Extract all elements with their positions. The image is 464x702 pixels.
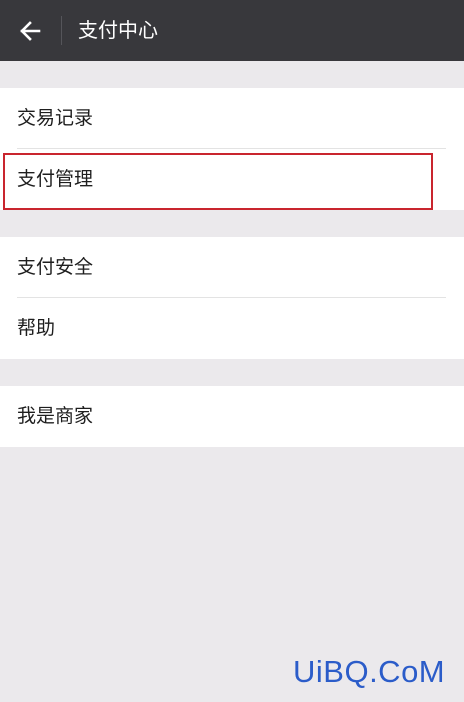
menu-item-payment-management[interactable]: 支付管理 bbox=[0, 149, 464, 210]
menu-item-help[interactable]: 帮助 bbox=[0, 298, 464, 359]
top-bar: 支付中心 bbox=[0, 0, 464, 61]
menu-item-label: 帮助 bbox=[17, 317, 56, 339]
menu-item-label: 交易记录 bbox=[17, 107, 94, 129]
menu-item-label: 支付安全 bbox=[17, 256, 94, 278]
menu-item-merchant[interactable]: 我是商家 bbox=[0, 386, 464, 447]
watermark: UiBQ.CoM bbox=[293, 654, 446, 689]
menu-item-label: 支付管理 bbox=[17, 168, 94, 190]
page-title: 支付中心 bbox=[78, 18, 158, 42]
menu-item-payment-security[interactable]: 支付安全 bbox=[0, 237, 464, 298]
menu-group-security: 支付安全 帮助 bbox=[0, 237, 464, 359]
menu-item-label: 我是商家 bbox=[17, 405, 94, 427]
back-button[interactable] bbox=[0, 0, 60, 61]
menu-group-records: 交易记录 支付管理 bbox=[0, 88, 464, 210]
menu-group-merchant: 我是商家 bbox=[0, 386, 464, 447]
arrow-left-icon bbox=[20, 21, 41, 41]
header-divider bbox=[61, 16, 62, 45]
menu-item-transaction-records[interactable]: 交易记录 bbox=[0, 88, 464, 149]
